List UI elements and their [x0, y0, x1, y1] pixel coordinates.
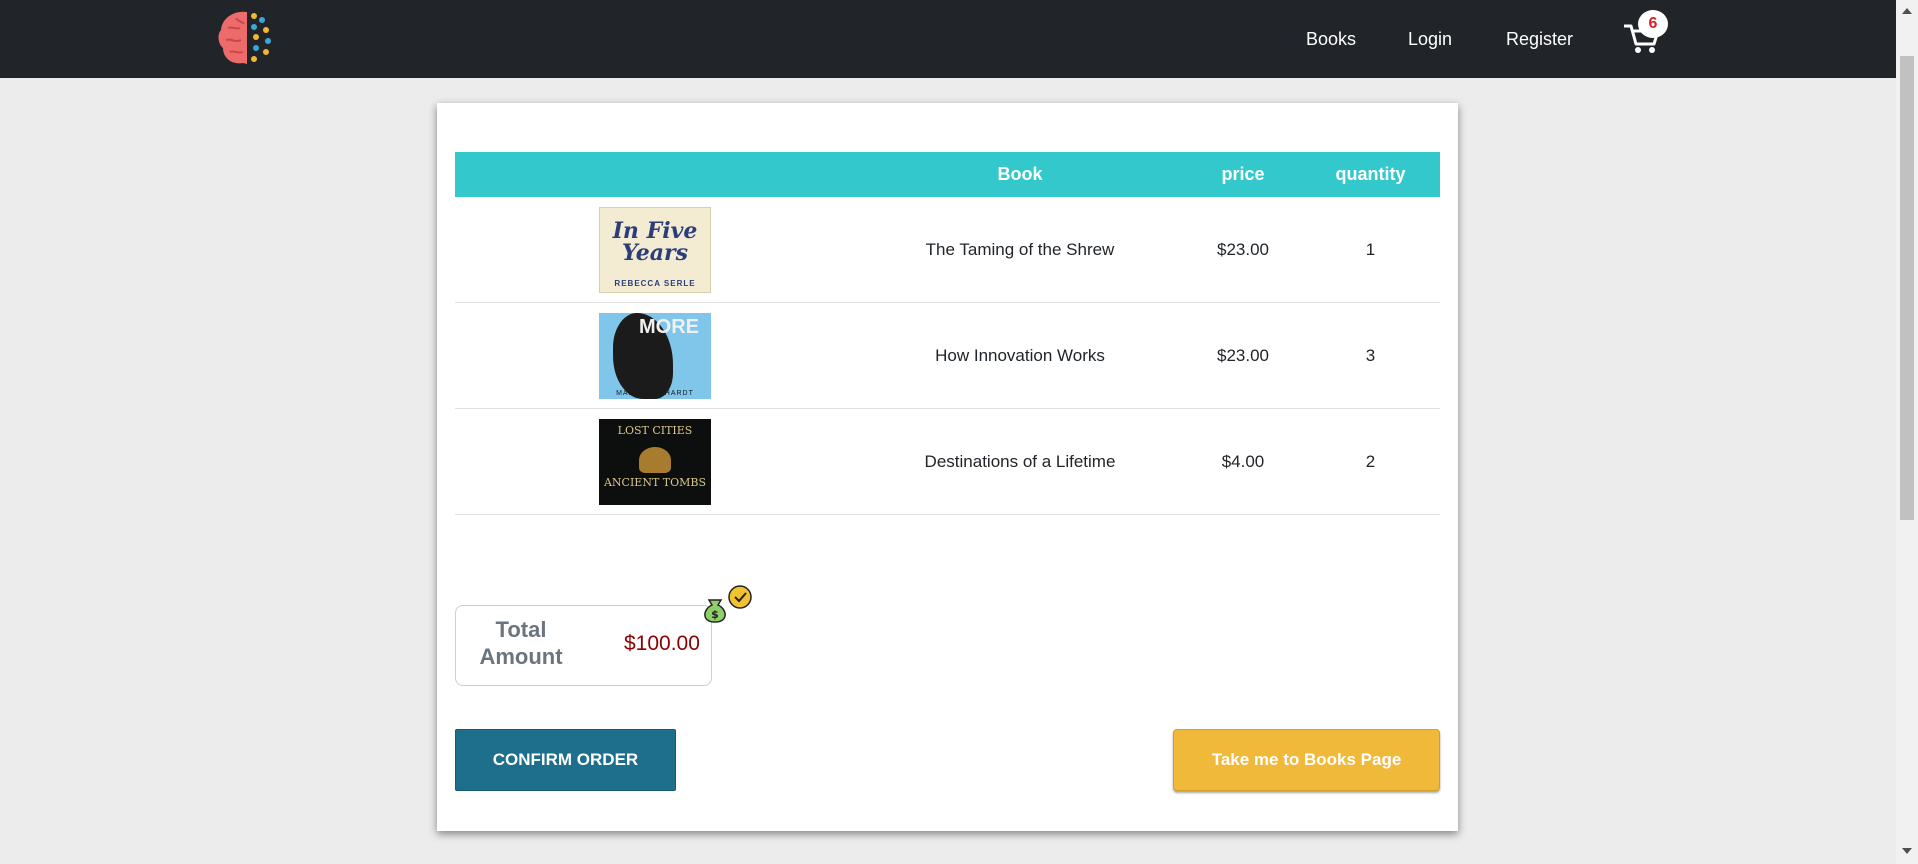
cover-subtitle: ANCIENT TOMBS — [603, 475, 707, 489]
cover-title: In Five Years — [612, 217, 698, 266]
order-summary-card: Book price quantity In Five Years REBECC… — [437, 103, 1458, 831]
confirm-order-button[interactable]: CONFIRM ORDER — [455, 729, 676, 791]
book-cover-image: MORE MAJKA BURHARDT — [599, 312, 711, 399]
book-quantity: 2 — [1301, 408, 1440, 515]
cover-author: MAJKA BURHARDT — [616, 389, 694, 397]
cover-title: LOST CITIES — [617, 423, 693, 437]
cart-table: Book price quantity In Five Years REBECC… — [455, 152, 1440, 515]
scroll-up-arrow-icon[interactable] — [1902, 8, 1912, 14]
book-price: $4.00 — [1185, 408, 1301, 515]
book-quantity: 3 — [1301, 302, 1440, 409]
books-page-button[interactable]: Take me to Books Page — [1173, 729, 1440, 791]
book-title: How Innovation Works — [855, 302, 1185, 409]
brain-logo-icon[interactable] — [216, 8, 278, 68]
table-row: LOST CITIES ANCIENT TOMBS Destinations o… — [455, 408, 1440, 515]
table-row: MORE MAJKA BURHARDT How Innovation Works… — [455, 302, 1440, 409]
cart-count-badge: 6 — [1638, 10, 1668, 38]
header-image — [455, 152, 855, 197]
book-cover-image: LOST CITIES ANCIENT TOMBS — [599, 418, 711, 505]
scroll-down-arrow-icon[interactable] — [1902, 848, 1912, 854]
book-price: $23.00 — [1185, 302, 1301, 409]
book-title: Destinations of a Lifetime — [855, 408, 1185, 515]
table-header-row: Book price quantity — [455, 152, 1440, 197]
header-quantity: quantity — [1301, 152, 1440, 197]
book-quantity: 1 — [1301, 197, 1440, 303]
nav-register-link[interactable]: Register — [1506, 28, 1573, 50]
book-price: $23.00 — [1185, 197, 1301, 303]
svg-text:$: $ — [711, 608, 719, 621]
total-amount-label: Total Amount — [479, 617, 563, 669]
book-title: The Taming of the Shrew — [855, 197, 1185, 303]
book-cover-cell: LOST CITIES ANCIENT TOMBS — [455, 408, 855, 515]
total-amount-value: $100.00 — [624, 632, 700, 655]
header-price: price — [1185, 152, 1301, 197]
money-bag-icon: $ — [704, 585, 752, 623]
book-cover-cell: MORE MAJKA BURHARDT — [455, 302, 855, 409]
scrollbar-thumb[interactable] — [1900, 56, 1914, 520]
nav-login-link[interactable]: Login — [1408, 28, 1452, 50]
cover-title: MORE — [639, 315, 699, 338]
cover-emblem — [639, 446, 671, 473]
header-book: Book — [855, 152, 1185, 197]
page-scrollbar[interactable] — [1896, 0, 1918, 864]
total-amount-box: Total Amount $100.00 — [455, 605, 712, 686]
nav-books-link[interactable]: Books — [1306, 28, 1356, 50]
book-cover-cell: In Five Years REBECCA SERLE — [455, 197, 855, 303]
cover-author: REBECCA SERLE — [614, 278, 696, 288]
book-cover-image: In Five Years REBECCA SERLE — [599, 206, 711, 293]
navbar: Books Login Register 6 — [0, 0, 1896, 78]
table-row: In Five Years REBECCA SERLE The Taming o… — [455, 197, 1440, 303]
